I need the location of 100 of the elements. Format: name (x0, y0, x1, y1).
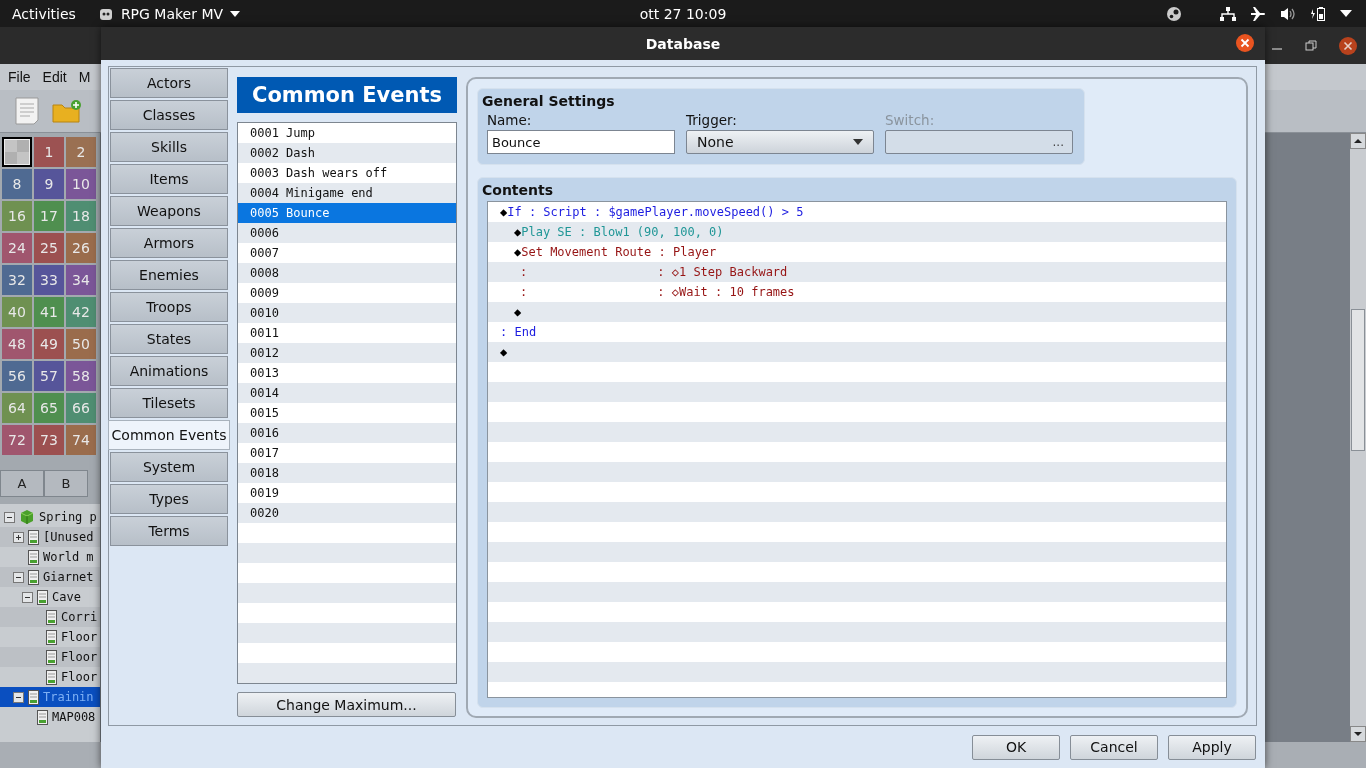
tile[interactable]: 50 (66, 329, 96, 359)
close-button[interactable] (1235, 33, 1255, 53)
map-tree-item[interactable]: Spring p (0, 507, 100, 527)
battery-icon[interactable] (1310, 5, 1326, 22)
dialog-button[interactable]: Cancel (1070, 734, 1158, 760)
tile[interactable]: 8 (2, 169, 32, 199)
category-tab[interactable]: Weapons (110, 196, 228, 226)
trigger-dropdown[interactable]: None (686, 130, 874, 154)
dialog-button[interactable]: OK (972, 734, 1060, 760)
tile[interactable]: 73 (34, 425, 64, 455)
map-tree-item[interactable]: Floor (0, 647, 100, 667)
collapse-icon[interactable] (4, 511, 15, 523)
tile[interactable]: 49 (34, 329, 64, 359)
category-tab[interactable]: Types (110, 484, 228, 514)
maximize-button[interactable] (1304, 38, 1318, 53)
tile[interactable]: 74 (66, 425, 96, 455)
tile[interactable]: 25 (34, 233, 64, 263)
tile[interactable]: 72 (2, 425, 32, 455)
event-list-item[interactable]: 0012 (238, 343, 456, 363)
event-list-item[interactable]: 0009 (238, 283, 456, 303)
map-tree-item[interactable]: Corri (0, 607, 100, 627)
event-list-item[interactable]: 0004 Minigame end (238, 183, 456, 203)
scroll-down-button[interactable] (1350, 726, 1366, 742)
tile[interactable]: 2 (66, 137, 96, 167)
tile[interactable]: 34 (66, 265, 96, 295)
map-tree-item[interactable]: MAP008 (0, 707, 100, 727)
category-tab[interactable]: Items (110, 164, 228, 194)
network-icon[interactable] (1220, 6, 1236, 21)
clock[interactable]: ott 27 10:09 (639, 5, 727, 22)
menu-item[interactable]: Edit (42, 69, 67, 85)
map-tree-item[interactable]: Floor (0, 667, 100, 687)
collapse-icon[interactable] (13, 571, 24, 583)
tile[interactable]: 57 (34, 361, 64, 391)
tile[interactable]: 9 (34, 169, 64, 199)
palette-tab[interactable]: B (44, 470, 88, 497)
event-list-item[interactable]: 0003 Dash wears off (238, 163, 456, 183)
menu-item[interactable]: M (78, 69, 91, 85)
event-list-item[interactable]: 0013 (238, 363, 456, 383)
collapse-icon[interactable] (13, 691, 24, 703)
airplane-icon[interactable] (1250, 5, 1266, 22)
event-list-item[interactable]: 0005 Bounce (238, 203, 456, 223)
map-tree-item[interactable]: Floor (0, 627, 100, 647)
category-tab[interactable]: Common Events (108, 420, 230, 450)
category-tab[interactable]: Animations (110, 356, 228, 386)
event-list-item[interactable]: 0018 (238, 463, 456, 483)
expand-icon[interactable] (13, 531, 24, 543)
map-tree-item[interactable]: Cave (0, 587, 100, 607)
blank-tile[interactable] (2, 137, 32, 167)
category-tab[interactable]: System (110, 452, 228, 482)
command-line[interactable]: ◆ (500, 345, 508, 359)
scroll-up-button[interactable] (1350, 133, 1366, 149)
event-list-item[interactable]: 0014 (238, 383, 456, 403)
event-list-item[interactable]: 0006 (238, 223, 456, 243)
category-tab[interactable]: Tilesets (110, 388, 228, 418)
event-list-item[interactable]: 0010 (238, 303, 456, 323)
map-tree-item[interactable]: World m (0, 547, 100, 567)
scrollbar-thumb[interactable] (1351, 309, 1365, 451)
event-list-item[interactable]: 0002 Dash (238, 143, 456, 163)
map-tree-item[interactable]: [Unused (0, 527, 100, 547)
tile[interactable]: 56 (2, 361, 32, 391)
command-line[interactable]: ◆ (514, 305, 522, 319)
tile[interactable]: 33 (34, 265, 64, 295)
event-list-item[interactable]: 0007 (238, 243, 456, 263)
route-step-line[interactable]: : : ◇Wait : 10 frames (520, 285, 795, 299)
category-tab[interactable]: States (110, 324, 228, 354)
name-field[interactable]: Bounce (487, 130, 675, 154)
event-list-item[interactable]: 0008 (238, 263, 456, 283)
event-list-item[interactable]: 0017 (238, 443, 456, 463)
app-menu[interactable]: RPG Maker MV (97, 5, 241, 22)
circle-logo-icon[interactable] (1166, 5, 1182, 22)
tile[interactable]: 24 (2, 233, 32, 263)
event-list-item[interactable]: 0020 (238, 503, 456, 523)
event-list-item[interactable]: 0011 (238, 323, 456, 343)
category-tab[interactable]: Terms (110, 516, 228, 546)
command-line[interactable]: ◆Play SE : Blow1 (90, 100, 0) (514, 225, 724, 239)
event-list-item[interactable]: 0016 (238, 423, 456, 443)
activities-button[interactable]: Activities (12, 5, 76, 22)
folder-icon[interactable] (52, 99, 82, 123)
command-line[interactable]: ◆If : Script : $gamePlayer.moveSpeed() > 5 (500, 205, 804, 219)
tile[interactable]: 32 (2, 265, 32, 295)
command-line[interactable]: : End (500, 325, 537, 339)
collapse-icon[interactable] (22, 591, 33, 603)
menu-item[interactable]: File (8, 69, 31, 85)
volume-icon[interactable] (1280, 5, 1296, 22)
category-tab[interactable]: Enemies (110, 260, 228, 290)
tile[interactable]: 58 (66, 361, 96, 391)
event-list-item[interactable]: 0001 Jump (238, 123, 456, 143)
category-tab[interactable]: Actors (110, 68, 228, 98)
palette-tab[interactable]: A (0, 470, 44, 497)
change-maximum-button[interactable]: Change Maximum... (237, 692, 456, 717)
caret-icon[interactable] (1340, 9, 1352, 18)
category-tab[interactable]: Troops (110, 292, 228, 322)
event-list-item[interactable]: 0019 (238, 483, 456, 503)
category-tab[interactable]: Classes (110, 100, 228, 130)
close-button[interactable] (1338, 35, 1358, 56)
tile[interactable]: 48 (2, 329, 32, 359)
category-tab[interactable]: Skills (110, 132, 228, 162)
tile[interactable]: 1 (34, 137, 64, 167)
command-line[interactable]: ◆Set Movement Route : Player (514, 245, 717, 259)
map-tree-item[interactable]: Giarnet (0, 567, 100, 587)
